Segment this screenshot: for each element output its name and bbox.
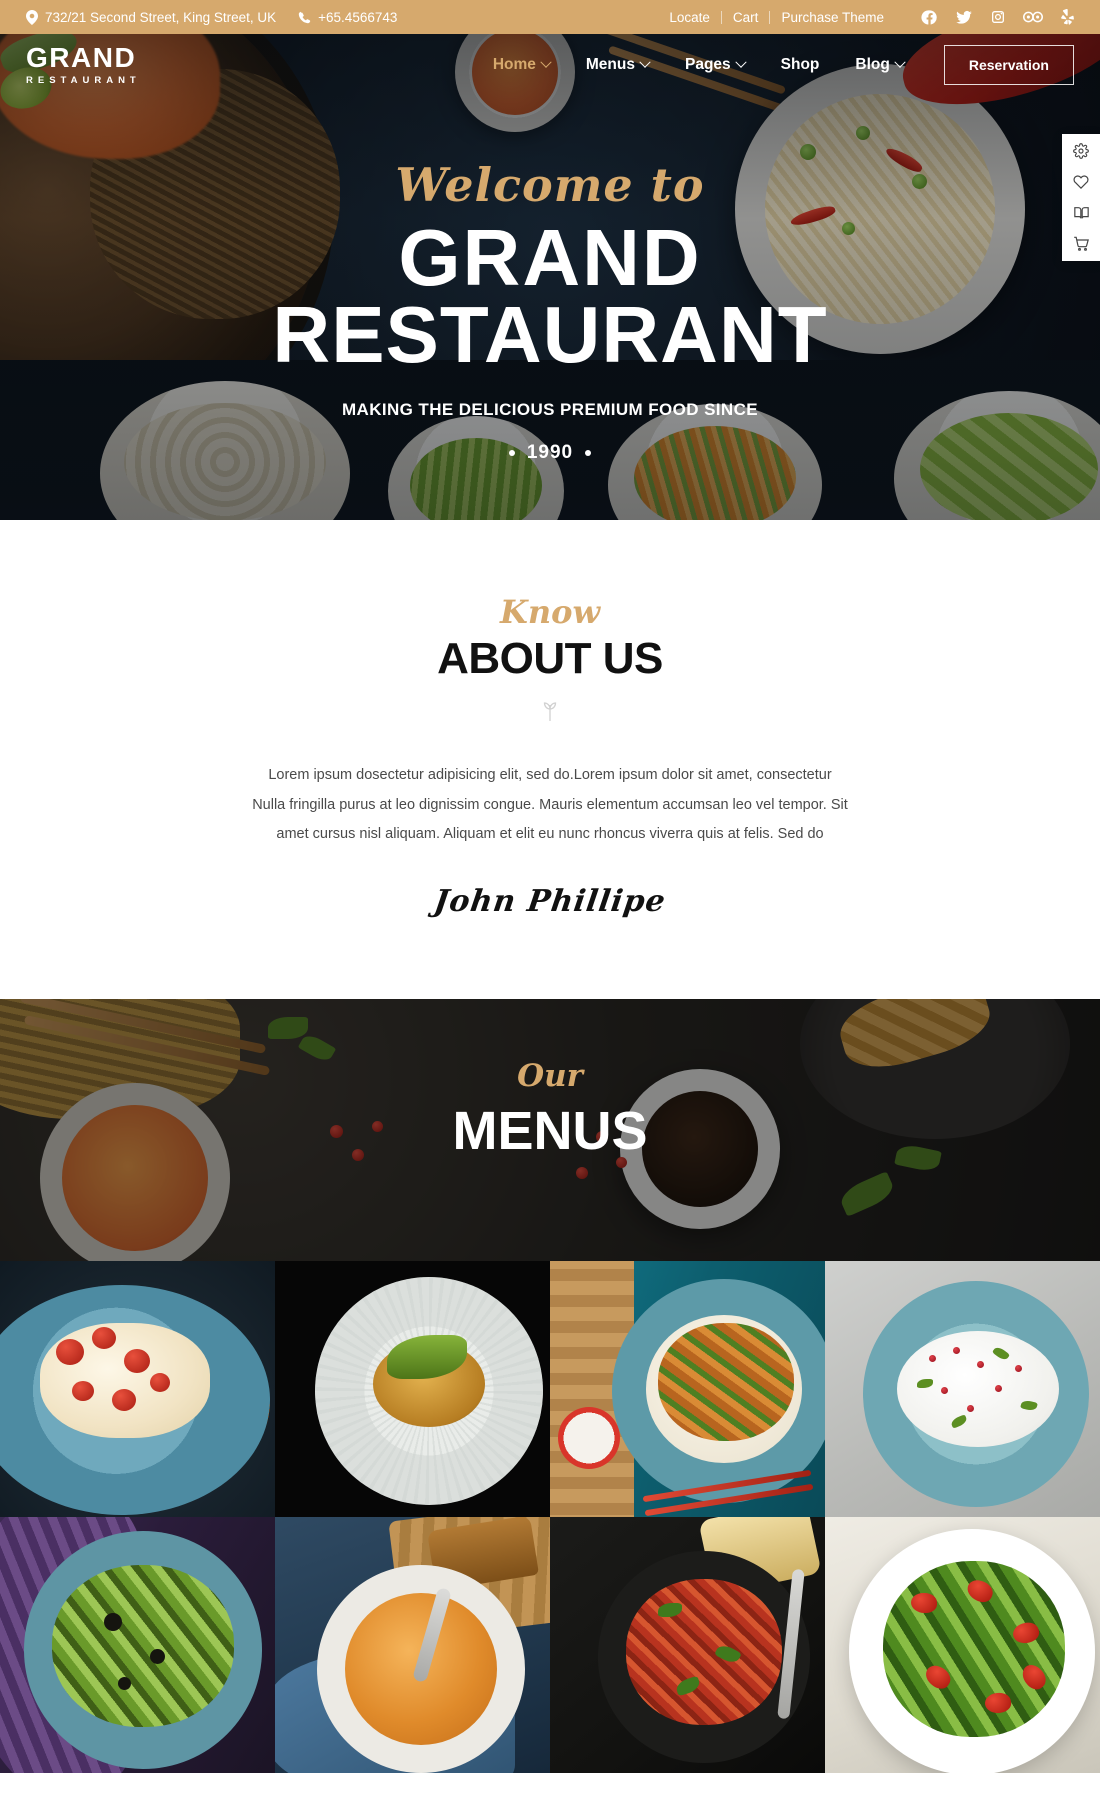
menus-banner-section: Our MENUS [0,999,1100,1262]
about-title: ABOUT US [437,634,663,683]
hero-title-line1: GRAND [398,213,702,302]
gallery-item-overlay [550,1261,825,1517]
nav-item-label: Menus [585,56,635,73]
address-text: 732/21 Second Street, King Street, UK [45,9,277,25]
hero-script-text: Welcome to [395,158,705,212]
top-bar-right: Locate Cart Purchase Theme [658,8,1074,26]
hero-year-value: 1990 [526,441,574,463]
hero-section: GRAND RESTAURANT Home Menus Pages Shop B… [0,34,1100,520]
instagram-icon[interactable] [990,9,1006,25]
bullet-dot-icon [585,449,592,456]
gallery-item-overlay [825,1261,1100,1517]
hero-year: 1990 [0,442,1100,464]
logo-main-text: GRAND [26,42,137,74]
gallery-item-stirfry-rice[interactable] [550,1261,825,1518]
yelp-icon[interactable] [1060,8,1074,26]
hero-title-line2: RESTAURANT [272,289,828,379]
link-cart[interactable]: Cart [722,10,770,25]
gallery-item-overlay [825,1517,1100,1773]
nav-item-label: Blog [855,56,890,73]
main-navigation: GRAND RESTAURANT Home Menus Pages Shop B… [0,34,1100,96]
top-bar: 732/21 Second Street, King Street, UK +6… [0,0,1100,34]
gallery-item-overlay [0,1261,275,1517]
phone-icon [298,11,311,24]
social-links [921,8,1074,26]
gallery-item-plated-dish[interactable] [275,1261,550,1518]
about-section: Know ABOUT US Lorem ipsum dosectetur adi… [0,520,1100,1000]
bullet-dot-icon [508,449,515,456]
side-dock [1062,134,1100,261]
chevron-down-icon [540,56,552,68]
chevron-down-icon [894,56,906,68]
about-eyebrow: Know [500,593,600,631]
heart-icon[interactable] [1073,174,1089,190]
nav-item-label: Shop [780,56,820,73]
gallery-item-arugula-strawberry-salad[interactable] [825,1517,1100,1774]
leaf-divider-icon [0,696,1100,727]
about-body-text: Lorem ipsum dosectetur adipisicing elit,… [252,767,848,843]
gallery-item-overlay [275,1261,550,1517]
nav-item-home[interactable]: Home [475,56,568,74]
nav-item-pages[interactable]: Pages [667,56,763,74]
location-pin-icon [26,9,38,25]
gear-icon[interactable] [1073,143,1089,159]
gallery-item-burrata-pomegranate[interactable] [825,1261,1100,1518]
nav-item-label: Home [492,56,536,73]
facebook-icon[interactable] [921,9,938,26]
logo-sub-text: RESTAURANT [26,75,141,87]
nav-menu: Home Menus Pages Shop Blog Reservation [475,45,1074,85]
menus-eyebrow: Our [517,1058,583,1095]
nav-item-menus[interactable]: Menus [568,56,667,74]
nav-item-label: Pages [684,56,731,73]
menus-banner-content: Our MENUS [0,1061,1100,1162]
nav-item-shop[interactable]: Shop [763,56,838,74]
top-bar-contact: 732/21 Second Street, King Street, UK +6… [26,9,397,25]
gallery-item-spaghetti-bolognese[interactable] [550,1517,825,1774]
chevron-down-icon [639,56,651,68]
gallery-item-overlay [550,1517,825,1773]
hero-title: GRAND RESTAURANT [0,213,1100,379]
about-signature: John Phillipe [431,884,669,920]
site-logo[interactable]: GRAND RESTAURANT [26,44,141,86]
link-purchase-theme[interactable]: Purchase Theme [770,10,895,25]
hero-tagline: MAKING THE DELICIOUS PREMIUM FOOD SINCE [341,399,759,419]
reservation-button[interactable]: Reservation [943,45,1074,85]
cart-icon[interactable] [1073,236,1090,252]
phone-block[interactable]: +65.4566743 [298,10,397,25]
gallery-item-overlay [0,1517,275,1773]
menu-gallery-grid [0,1261,1100,1774]
gallery-item-garden-salad[interactable] [0,1517,275,1774]
gallery-item-pumpkin-soup[interactable] [275,1517,550,1774]
nav-item-blog[interactable]: Blog [837,56,921,74]
phone-text: +65.4566743 [318,9,398,25]
chevron-down-icon [734,56,747,68]
tripadvisor-icon[interactable] [1023,10,1043,24]
menus-title: MENUS [452,1101,648,1162]
book-icon[interactable] [1073,205,1090,221]
gallery-item-overlay [275,1517,550,1773]
hero-content: Welcome to GRAND RESTAURANT MAKING THE D… [0,162,1100,464]
address-block: 732/21 Second Street, King Street, UK [26,9,277,25]
top-bar-links: Locate Cart Purchase Theme [658,10,895,25]
gallery-item-bruschetta[interactable] [0,1261,275,1518]
link-locate[interactable]: Locate [658,10,721,25]
twitter-icon[interactable] [955,9,973,26]
